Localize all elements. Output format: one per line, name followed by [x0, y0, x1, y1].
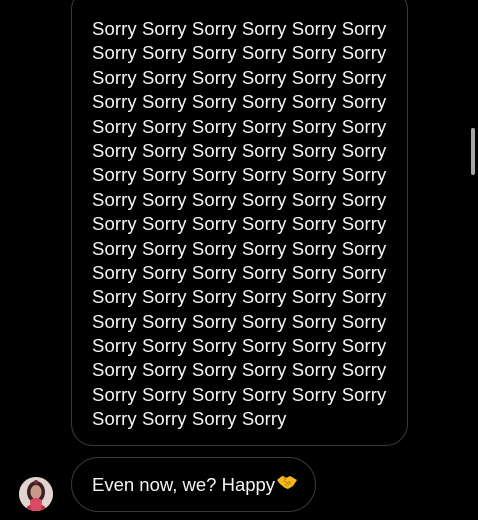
message-text-line: Sorry Sorry Sorry Sorry Sorry Sorry — [92, 359, 387, 381]
message-text: Sorry Sorry Sorry Sorry Sorry Sorry Sorry… — [92, 17, 407, 432]
message-text-line: Sorry Sorry Sorry Sorry Sorry Sorry — [92, 164, 387, 186]
message-text: Even now, we? Happy — [92, 473, 276, 495]
scrollbar-thumb[interactable] — [471, 128, 475, 175]
message-text-line: Sorry Sorry Sorry Sorry — [92, 408, 287, 430]
message-text-line: Sorry Sorry Sorry Sorry Sorry Sorry — [92, 237, 387, 259]
message-text-line: Sorry Sorry Sorry Sorry Sorry Sorry — [92, 335, 387, 357]
message-text-line: Sorry Sorry Sorry Sorry Sorry Sorry — [92, 310, 387, 332]
message-text-line: Sorry Sorry Sorry Sorry Sorry Sorry — [92, 18, 387, 39]
message-text-line: Sorry Sorry Sorry Sorry Sorry Sorry — [92, 91, 387, 113]
message-text-line: Sorry Sorry Sorry Sorry Sorry Sorry — [92, 286, 387, 308]
handshake-emoji-icon — [276, 473, 298, 496]
message-text-line: Sorry Sorry Sorry Sorry Sorry Sorry — [92, 213, 387, 235]
message-bubble-sorry[interactable]: Sorry Sorry Sorry Sorry Sorry Sorry Sorry… — [71, 0, 408, 446]
message-text-line: Sorry Sorry Sorry Sorry Sorry Sorry — [92, 383, 387, 405]
message-text-line: Sorry Sorry Sorry Sorry Sorry Sorry — [92, 115, 387, 137]
message-text-line: Sorry Sorry Sorry Sorry Sorry Sorry — [92, 261, 387, 283]
message-text-line: Sorry Sorry Sorry Sorry Sorry Sorry — [92, 42, 387, 64]
avatar[interactable] — [19, 477, 53, 511]
avatar-photo — [19, 477, 53, 511]
message-bubble-happy[interactable]: Even now, we? Happy — [71, 457, 316, 512]
message-text-line: Sorry Sorry Sorry Sorry Sorry Sorry — [92, 66, 387, 88]
message-text-line: Sorry Sorry Sorry Sorry Sorry Sorry — [92, 188, 387, 210]
message-text-line: Sorry Sorry Sorry Sorry Sorry Sorry — [92, 139, 387, 161]
